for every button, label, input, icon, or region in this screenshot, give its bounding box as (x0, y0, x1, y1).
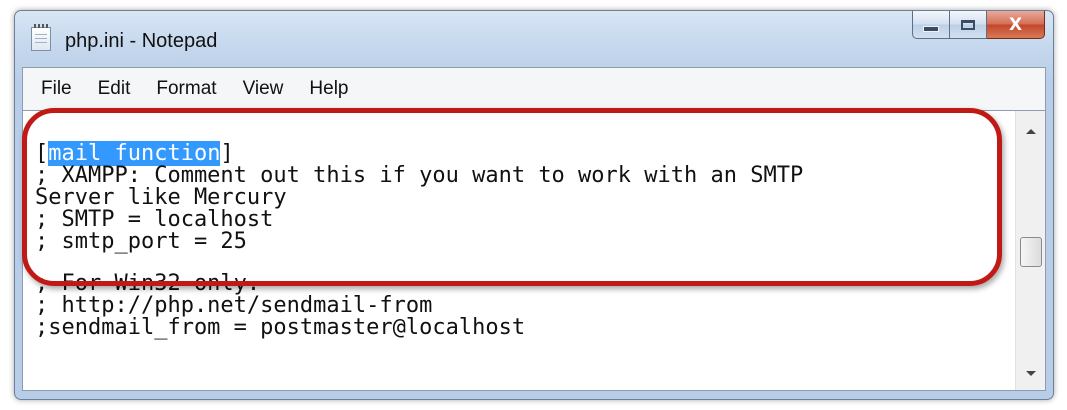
menu-edit[interactable]: Edit (96, 75, 133, 103)
text-line: ;sendmail_from = postmaster@localhost (35, 315, 526, 340)
text-line: ; For Win32 only. (35, 271, 261, 296)
text-line: ; XAMPP: Comment out this if you want to… (35, 163, 804, 188)
editor-text[interactable]: [mail function]; XAMPP: Comment out this… (35, 141, 804, 340)
minimize-button[interactable] (912, 11, 950, 39)
minimize-icon (923, 25, 939, 32)
text-line: Server like Mercury (35, 185, 287, 210)
title-bar[interactable]: php.ini - Notepad X (15, 11, 1053, 67)
vertical-scrollbar[interactable] (1015, 111, 1045, 390)
close-button[interactable]: X (987, 11, 1045, 39)
menu-bar: File Edit Format View Help (22, 67, 1046, 111)
maximize-icon (961, 19, 975, 30)
scroll-down-arrow-icon[interactable] (1026, 371, 1036, 376)
scroll-up-arrow-icon[interactable] (1026, 129, 1036, 134)
text-line: ; http://php.net/sendmail-from (35, 293, 433, 318)
menu-file[interactable]: File (39, 75, 74, 103)
text-line: [mail function] (35, 141, 803, 166)
text-line: ; SMTP = localhost (35, 207, 274, 232)
text-line: ; smtp_port = 25 (35, 229, 247, 254)
text-line (35, 253, 803, 273)
notepad-icon[interactable] (31, 24, 51, 51)
window-title: php.ini - Notepad (65, 30, 218, 52)
maximize-button[interactable] (950, 11, 987, 39)
scrollbar-thumb[interactable] (1020, 237, 1042, 267)
text-editor[interactable]: [mail function]; XAMPP: Comment out this… (22, 111, 1046, 391)
notepad-window: php.ini - Notepad X File Edit Format Vie… (14, 10, 1054, 400)
close-icon: X (1008, 14, 1023, 35)
menu-format[interactable]: Format (154, 75, 218, 103)
menu-view[interactable]: View (241, 75, 286, 103)
menu-help[interactable]: Help (307, 75, 350, 103)
window-controls: X (912, 11, 1045, 41)
